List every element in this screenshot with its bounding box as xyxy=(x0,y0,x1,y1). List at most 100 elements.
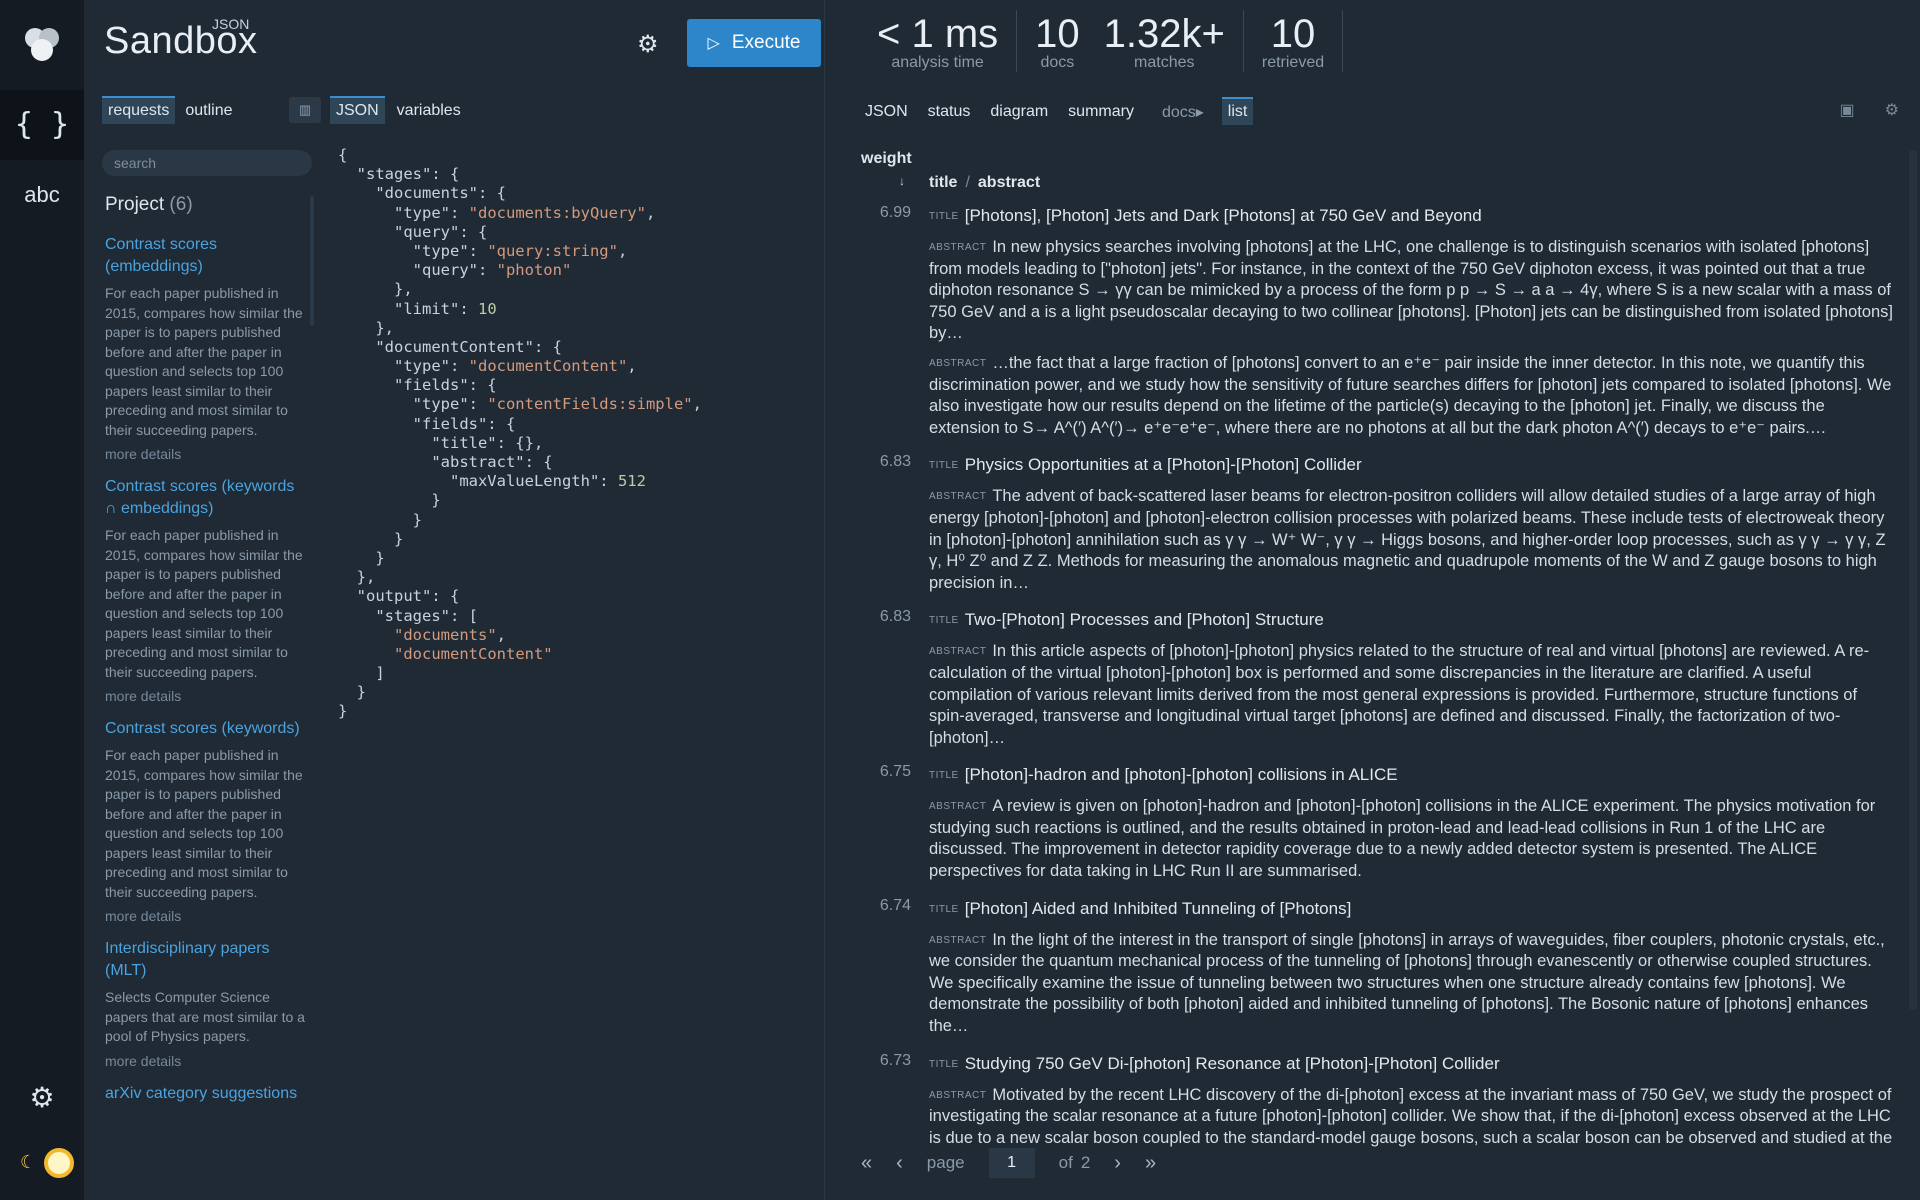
result-title-text[interactable]: [Photon] Aided and Inhibited Tunneling o… xyxy=(965,899,1352,918)
gear-icon[interactable]: ⚙ xyxy=(1885,100,1899,120)
execute-button[interactable]: ▷ Execute xyxy=(687,19,821,67)
code-line: }, xyxy=(338,318,394,337)
title-tag: TITLE xyxy=(929,460,959,472)
save-icon[interactable]: ▣ xyxy=(1840,100,1855,120)
result-title: TITLE [Photon]-hadron and [photon]-[photo… xyxy=(929,763,1897,788)
project-title-link[interactable]: arXiv category suggestions xyxy=(105,1083,305,1105)
stat-item: 10 docs xyxy=(1017,10,1086,72)
abstract-tag: ABSTRACT xyxy=(929,646,987,658)
last-page-button[interactable]: » xyxy=(1145,1152,1156,1175)
project-title-link[interactable]: Contrast scores (keywords ∩ embeddings) xyxy=(105,476,305,520)
result-title-text[interactable]: [Photons], [Photon] Jets and Dark [Photo… xyxy=(965,206,1482,225)
abstract-tag: ABSTRACT xyxy=(929,801,987,813)
results-pane: < 1 ms analysis time 10 docs 1.32k+ matches 10… xyxy=(824,0,1920,1200)
result-score: 6.73 xyxy=(879,1051,911,1069)
next-page-button[interactable]: › xyxy=(1114,1152,1121,1175)
result-title-text[interactable]: [Photon]-hadron and [photon]-[photon] co… xyxy=(965,765,1398,784)
layout-toggle-icon[interactable]: ▥ xyxy=(289,97,321,123)
result-abstract-text: In new physics searches involving [photo… xyxy=(929,238,1894,343)
tab-summary[interactable]: summary xyxy=(1066,97,1136,125)
results-scrollbar[interactable] xyxy=(1909,150,1917,1010)
result-item: 6.75 TITLE [Photon]-hadron and [photon]-[p… xyxy=(861,763,1897,882)
search-input[interactable]: search xyxy=(102,150,312,176)
settings-icon[interactable]: ⚙ xyxy=(637,30,659,59)
title-tag: TITLE xyxy=(929,903,959,915)
code-line: "documentContent": { xyxy=(338,337,562,356)
project-title-link[interactable]: Contrast scores (embeddings) xyxy=(105,234,305,278)
stat-label: retrieved xyxy=(1261,54,1325,71)
result-abstract-text: In the light of the interest in the tran… xyxy=(929,930,1885,1036)
tab-json[interactable]: JSON xyxy=(330,96,385,124)
prev-page-button[interactable]: ‹ xyxy=(896,1152,903,1175)
tab-result-json[interactable]: JSON xyxy=(863,97,910,125)
of-label: of xyxy=(1058,1153,1073,1172)
crumb-docs[interactable]: docs▸ xyxy=(1160,96,1206,126)
tab-status[interactable]: status xyxy=(926,97,973,125)
app-logo-icon[interactable] xyxy=(20,22,64,66)
code-line: "limit": 10 xyxy=(338,299,497,318)
more-details-link[interactable]: more details xyxy=(105,908,305,924)
json-sandbox-icon[interactable]: { } xyxy=(0,90,84,160)
result-title: TITLE Studying 750 GeV Di-[photon] Resona… xyxy=(929,1052,1897,1077)
result-abstract-text: Motivated by the recent LHC discovery of… xyxy=(929,1085,1893,1147)
tab-outline[interactable]: outline xyxy=(179,96,238,124)
weight-column-header[interactable]: weight ↓ xyxy=(861,150,912,188)
result-score: 6.83 xyxy=(879,453,911,471)
result-score: 6.83 xyxy=(879,608,911,626)
result-title: TITLE Physics Opportunities at a [Photon]… xyxy=(929,453,1897,478)
code-line: "type": "contentFields:simple", xyxy=(338,395,702,414)
gear-icon[interactable]: ⚙ xyxy=(0,1080,84,1116)
code-line: } xyxy=(338,702,348,721)
project-description: For each paper published in 2015, compar… xyxy=(105,527,303,680)
code-line: "query": "photon" xyxy=(338,261,572,280)
result-title-text[interactable]: Physics Opportunities at a [Photon]-[Pho… xyxy=(965,455,1362,474)
abstract-column-label[interactable]: abstract xyxy=(978,174,1040,191)
code-line: "output": { xyxy=(338,587,460,606)
first-page-button[interactable]: « xyxy=(861,1152,872,1175)
project-description: For each paper published in 2015, compar… xyxy=(105,747,303,900)
code-line: "stages": { xyxy=(338,165,460,184)
result-item: 6.83 TITLE Physics Opportunities at a [Pho… xyxy=(861,453,1897,594)
result-abstract: ABSTRACT A review is given on [photon]-ha… xyxy=(929,796,1897,882)
title-column-label[interactable]: title xyxy=(929,174,957,191)
text-tool-icon[interactable]: abc xyxy=(0,175,84,215)
more-details-link[interactable]: more details xyxy=(105,688,305,704)
abstract-tag: ABSTRACT xyxy=(929,1089,987,1101)
execute-label: Execute xyxy=(731,32,801,53)
result-title-text[interactable]: Studying 750 GeV Di-[photon] Resonance a… xyxy=(965,1054,1500,1073)
project-title-link[interactable]: Interdisciplinary papers (MLT) xyxy=(105,938,305,982)
more-details-link[interactable]: more details xyxy=(105,446,305,462)
code-line: "type": "documentContent", xyxy=(338,357,637,376)
result-abstract: ABSTRACT The advent of back-scattered las… xyxy=(929,486,1897,594)
result-abstract-text: A review is given on [photon]-hadron and… xyxy=(929,797,1876,881)
stat-value: 1.32k+ xyxy=(1103,12,1225,56)
code-line: "stages": [ xyxy=(338,606,478,625)
code-line: }, xyxy=(338,568,376,587)
code-line: }, xyxy=(338,280,413,299)
title-tag: TITLE xyxy=(929,1058,959,1070)
result-title: TITLE Two-[Photon] Processes and [Photon]… xyxy=(929,608,1897,633)
tab-requests[interactable]: requests xyxy=(102,96,176,124)
tab-list[interactable]: list xyxy=(1221,97,1254,125)
project-title-link[interactable]: Contrast scores (keywords) xyxy=(105,718,305,740)
crumb-docs-label: docs xyxy=(1161,104,1196,121)
theme-toggle[interactable]: ☾ xyxy=(18,1148,74,1178)
code-line: "type": "documents:byQuery", xyxy=(338,203,656,222)
code-line: ] xyxy=(338,664,385,683)
brand-superscript: JSON xyxy=(212,16,250,32)
more-details-link[interactable]: more details xyxy=(105,1053,305,1069)
code-line: "maxValueLength": 512 xyxy=(338,472,646,491)
result-title-text[interactable]: Two-[Photon] Processes and [Photon] Stru… xyxy=(965,610,1324,629)
tab-diagram[interactable]: diagram xyxy=(988,97,1050,125)
code-line: } xyxy=(338,510,422,529)
code-line: "documents", xyxy=(394,625,506,644)
code-line: "query": { xyxy=(338,222,488,241)
page-input[interactable]: 1 xyxy=(988,1148,1035,1178)
result-score: 6.75 xyxy=(879,763,911,781)
project-scrollbar[interactable] xyxy=(310,196,314,326)
stat-label: docs xyxy=(1040,54,1075,71)
json-editor[interactable]: { "stages": { "documents": { "type": "do… xyxy=(338,146,824,726)
abstract-tag: ABSTRACT xyxy=(929,491,987,503)
tab-variables[interactable]: variables xyxy=(391,96,467,124)
project-item: Interdisciplinary papers (MLT) Selects Co… xyxy=(105,938,305,1069)
